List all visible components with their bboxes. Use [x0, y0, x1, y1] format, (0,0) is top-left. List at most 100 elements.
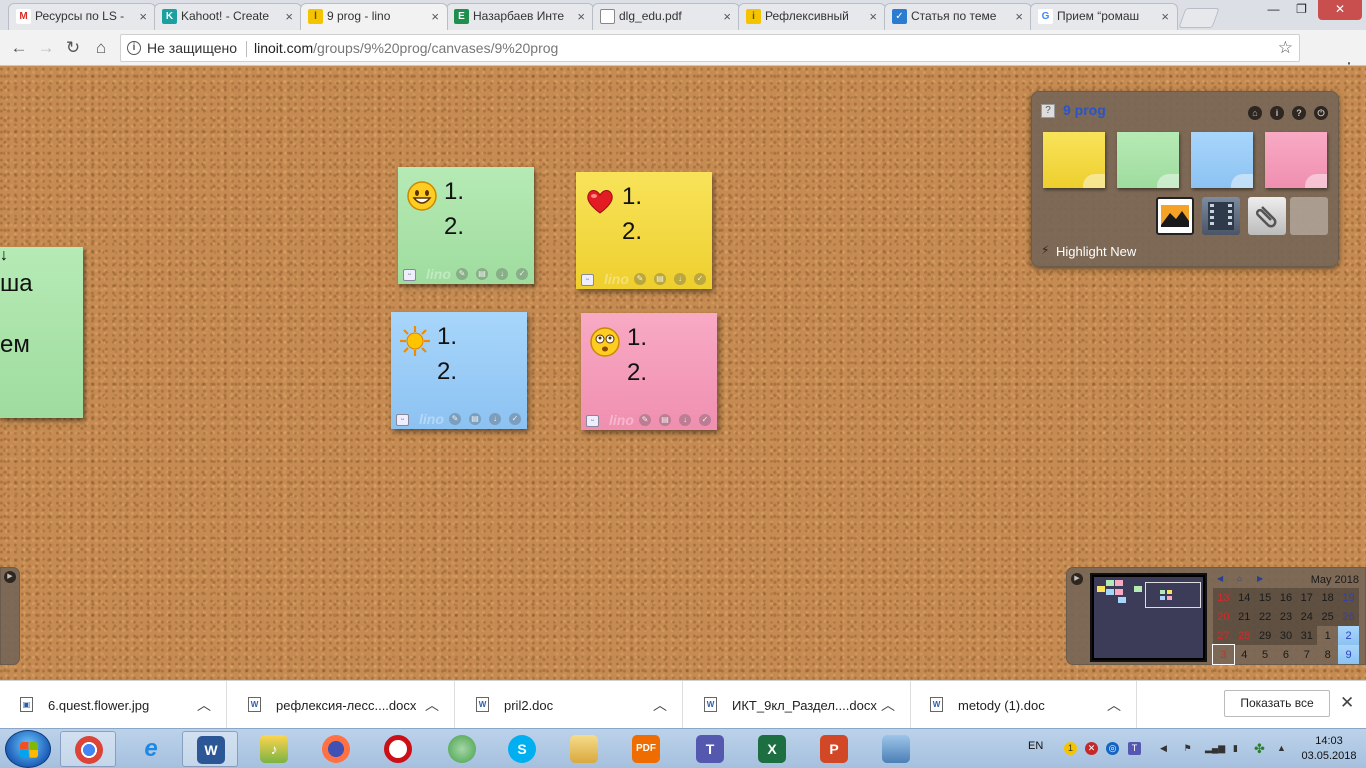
close-icon[interactable]: ×	[577, 4, 585, 29]
download-item[interactable]: ▣ 6.quest.flower.jpg ︿	[0, 681, 227, 729]
calendar-day[interactable]: 16	[1275, 588, 1297, 607]
new-tab-button[interactable]	[1178, 8, 1220, 28]
download-item[interactable]: W pril2.doc ︿	[456, 681, 683, 729]
close-icon[interactable]: ×	[723, 4, 731, 29]
calendar-day[interactable]: 22	[1254, 607, 1276, 626]
done-check-icon[interactable]: ✓	[509, 413, 521, 425]
taskbar-app[interactable]: T	[682, 731, 738, 767]
pink-sticky-pad[interactable]	[1265, 132, 1327, 188]
calendar-day[interactable]: 1	[1317, 626, 1338, 645]
chevron-up-icon[interactable]: ︿	[653, 695, 667, 715]
taskbar-app[interactable]	[434, 731, 490, 767]
clover-icon[interactable]: ✤	[1253, 742, 1266, 755]
calendar-day[interactable]: 3	[1212, 644, 1235, 665]
forward-button[interactable]: →	[35, 37, 57, 59]
calendar-day[interactable]: 7	[1296, 645, 1317, 664]
restore-button[interactable]: ❐	[1288, 0, 1315, 20]
close-icon[interactable]: ✕	[1340, 693, 1354, 713]
minimize-button[interactable]: —	[1260, 0, 1287, 20]
cork-board-canvas[interactable]: ша ем ↓ 1. 2. ᵕ lino ✎ ▤ ↓ ✓ 1. 2. ᵕ lin…	[0, 67, 1366, 680]
close-icon[interactable]: ×	[1161, 4, 1169, 29]
tab-pdf[interactable]: dlg_edu.pdf ×	[592, 3, 740, 30]
tab-kahoot[interactable]: K Kahoot! - Create ×	[154, 3, 302, 30]
calendar-day[interactable]: 18	[1317, 588, 1339, 607]
calendar-day[interactable]: 23	[1275, 607, 1297, 626]
download-item[interactable]: W metody (1).doc ︿	[910, 681, 1137, 729]
calendar-day[interactable]: 20	[1213, 607, 1234, 626]
blank-sticky-icon[interactable]	[1290, 197, 1328, 235]
show-all-downloads-button[interactable]: Показать все	[1224, 690, 1330, 717]
taskbar-app[interactable]: ♪	[246, 731, 302, 767]
tab-article[interactable]: ✓ Статья по теме ×	[884, 3, 1032, 30]
calendar-day[interactable]: 31	[1296, 626, 1318, 645]
chevron-up-icon[interactable]: ︿	[1107, 695, 1121, 715]
chevron-up-icon[interactable]: ︿	[197, 695, 211, 715]
edit-icon[interactable]: ✎	[639, 414, 651, 426]
close-icon[interactable]: ×	[431, 4, 439, 29]
close-window-button[interactable]: ✕	[1318, 0, 1362, 20]
network-app-icon[interactable]: ◎	[1106, 742, 1119, 755]
next-month-icon[interactable]: ▶	[1257, 574, 1263, 583]
show-hidden-icons-icon[interactable]: ▲	[1275, 742, 1288, 755]
collapse-arrow-icon[interactable]: ▶	[1071, 573, 1083, 585]
calendar-day[interactable]: 14	[1233, 588, 1255, 607]
tab-gmail[interactable]: M Ресурсы по LS - ×	[8, 3, 156, 30]
teams-tray-icon[interactable]: T	[1128, 742, 1141, 755]
taskbar-app[interactable]: X	[744, 731, 800, 767]
chevron-up-icon[interactable]: ︿	[881, 695, 895, 715]
green-sticky-pad[interactable]	[1117, 132, 1179, 188]
highlight-new-toggle[interactable]: Highlight New	[1056, 244, 1136, 259]
taskbar-app[interactable]	[60, 731, 116, 767]
calendar-day[interactable]: 4	[1234, 645, 1255, 664]
edit-icon[interactable]: ✎	[449, 413, 461, 425]
taskbar-app[interactable]: S	[494, 731, 550, 767]
previous-month-icon[interactable]: ◀	[1217, 574, 1223, 583]
calendar-day[interactable]: 5	[1255, 645, 1276, 664]
notification-icon[interactable]: 1	[1064, 742, 1077, 755]
close-icon[interactable]: ×	[285, 4, 293, 29]
photo-icon[interactable]	[1156, 197, 1194, 235]
taskbar-app[interactable]	[370, 731, 426, 767]
power-plug-icon[interactable]: ▮	[1229, 742, 1242, 755]
home-icon[interactable]: ⌂	[1248, 106, 1262, 120]
taskbar-app[interactable]: P	[806, 731, 862, 767]
calendar-day[interactable]: 13	[1213, 588, 1234, 607]
calendar-day[interactable]: 15	[1254, 588, 1276, 607]
edit-icon[interactable]: ✎	[634, 273, 646, 285]
close-icon[interactable]: ×	[1015, 4, 1023, 29]
sticky-note[interactable]: 1. 2. ᵕ lino ✎ ▤ ↓ ✓	[576, 172, 712, 289]
trash-icon[interactable]: ▤	[476, 268, 488, 280]
taskbar-app[interactable]	[556, 731, 612, 767]
home-button[interactable]: ⌂	[90, 37, 112, 59]
download-icon[interactable]: ↓	[489, 413, 501, 425]
calendar-day[interactable]: 6	[1276, 645, 1297, 664]
action-center-flag-icon[interactable]: ⚑	[1181, 742, 1194, 755]
download-item[interactable]: W ИКТ_9кл_Раздел....docx ︿	[684, 681, 911, 729]
back-button[interactable]: ←	[8, 37, 30, 59]
calendar-day[interactable]: 26	[1338, 607, 1359, 626]
video-icon[interactable]	[1202, 197, 1240, 235]
help-icon[interactable]: ?	[1292, 106, 1306, 120]
taskbar-app[interactable]: e	[123, 731, 179, 767]
download-icon[interactable]: ↓	[674, 273, 686, 285]
calendar-day[interactable]: 21	[1233, 607, 1255, 626]
calendar-day[interactable]: 29	[1254, 626, 1276, 645]
system-clock[interactable]: 14:03 03.05.2018	[1296, 734, 1362, 764]
language-indicator[interactable]: EN	[1028, 740, 1043, 768]
tab-google[interactable]: G Прием “ромаш ×	[1030, 3, 1178, 30]
trash-icon[interactable]: ▤	[469, 413, 481, 425]
tab-lino[interactable]: l 9 prog - lino ×	[300, 3, 448, 30]
calendar-day[interactable]: 28	[1233, 626, 1255, 645]
done-check-icon[interactable]: ✓	[694, 273, 706, 285]
calendar-day[interactable]: 19	[1338, 588, 1359, 607]
antivirus-icon[interactable]: ✕	[1085, 742, 1098, 755]
download-item[interactable]: W рефлексия-лесс....docx ︿	[228, 681, 455, 729]
sticky-note[interactable]: 1. 2. ᵕ lino ✎ ▤ ↓ ✓	[391, 312, 527, 429]
reload-button[interactable]: ↻	[62, 37, 84, 59]
close-icon[interactable]: ×	[869, 4, 877, 29]
close-icon[interactable]: ×	[139, 4, 147, 29]
tab-reflection[interactable]: i Рефлексивный ×	[738, 3, 886, 30]
calendar-day[interactable]: 9	[1338, 645, 1359, 664]
left-side-panel-handle[interactable]: ▶	[0, 567, 20, 665]
info-icon[interactable]: i	[127, 41, 141, 55]
